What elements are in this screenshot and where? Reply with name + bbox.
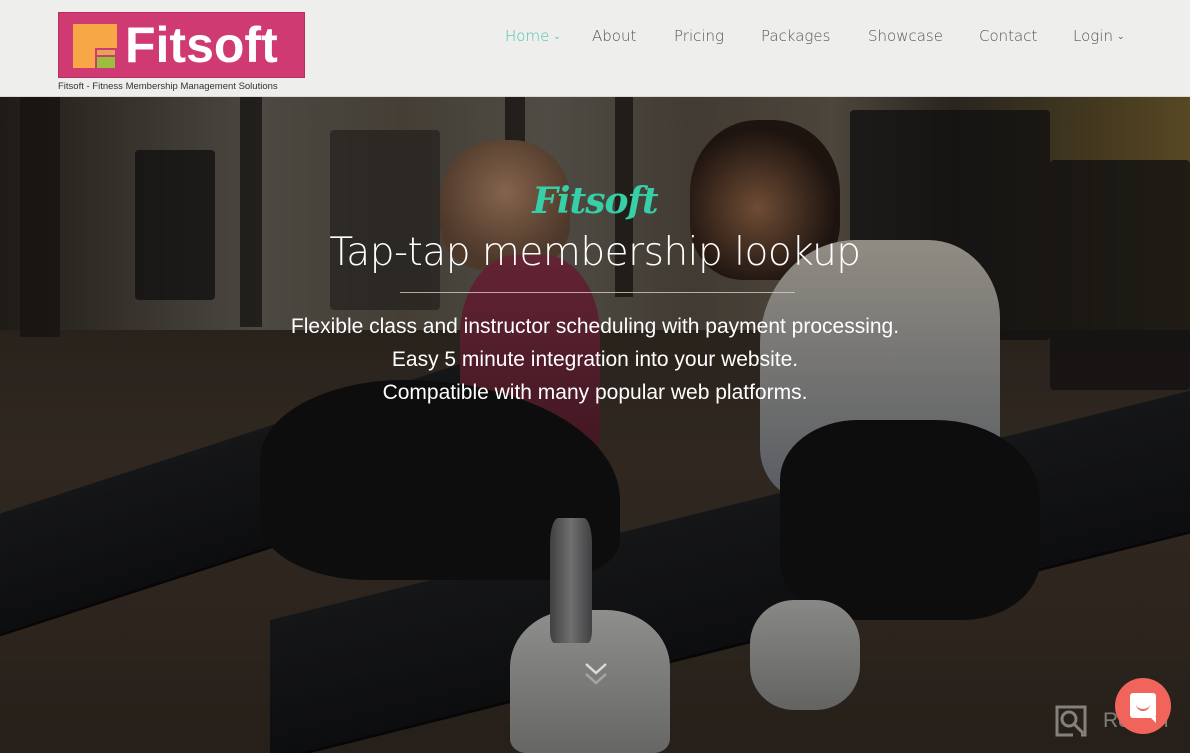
hero-divider — [400, 292, 795, 293]
logo-icon — [73, 24, 117, 68]
nav-contact[interactable]: Contact — [979, 25, 1037, 47]
nav-about-label: About — [592, 27, 637, 45]
nav-home-label: Home — [505, 27, 550, 45]
double-chevron-down-icon[interactable] — [584, 660, 608, 690]
nav-about[interactable]: About — [592, 25, 636, 47]
hero-brand-script: Fitsoft — [532, 180, 658, 222]
chat-launcher-button[interactable] — [1115, 678, 1171, 734]
nav-home[interactable]: Home ⌄ — [505, 25, 561, 48]
logo[interactable]: Fitsoft — [58, 12, 305, 78]
site-header: Fitsoft Fitsoft - Fitness Membership Man… — [0, 0, 1190, 97]
nav-contact-label: Contact — [979, 27, 1038, 45]
hero-feature-list: Flexible class and instructor scheduling… — [0, 310, 1190, 409]
nav-pricing-label: Pricing — [674, 27, 725, 45]
logo-text: Fitsoft — [125, 17, 278, 73]
nav-showcase[interactable]: Showcase — [868, 25, 943, 47]
nav-packages-label: Packages — [761, 27, 831, 45]
revain-logo-icon — [1055, 705, 1087, 737]
tagline: Fitsoft - Fitness Membership Management … — [58, 81, 278, 92]
nav-showcase-label: Showcase — [868, 27, 943, 45]
nav-login[interactable]: Login ⌄ — [1073, 25, 1125, 48]
chevron-down-icon: ⌄ — [553, 32, 561, 42]
nav-packages[interactable]: Packages — [761, 25, 830, 47]
chevron-down-icon: ⌄ — [1116, 32, 1125, 42]
hero-feature-line: Flexible class and instructor scheduling… — [290, 315, 900, 338]
hero-title: Tap-tap membership lookup — [329, 230, 861, 275]
nav-pricing[interactable]: Pricing — [674, 25, 724, 47]
chat-bubble-icon — [1130, 693, 1156, 723]
hero-feature-line: Easy 5 minute integration into your webs… — [391, 348, 799, 371]
hero-feature-line: Compatible with many popular web platfor… — [382, 381, 808, 404]
nav-login-label: Login — [1073, 27, 1113, 45]
